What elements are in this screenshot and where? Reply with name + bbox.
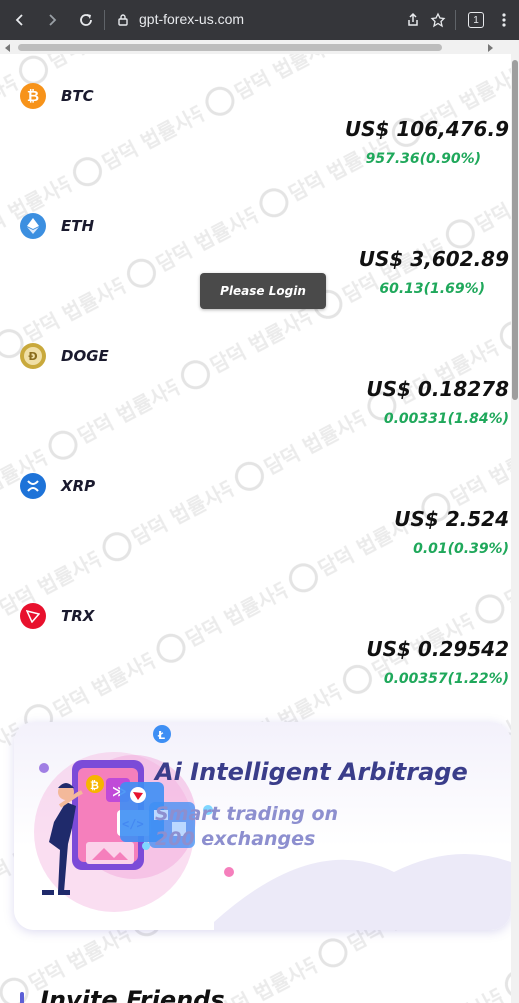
arbitrage-banner[interactable]: ≫ ₿ </> Ł Ai Intelligent A — [14, 722, 511, 930]
coin-change: 0.01(0.39%) — [413, 541, 509, 557]
section-title: Invite Friends — [40, 986, 225, 1003]
forward-icon[interactable] — [40, 8, 64, 32]
coin-row-btc[interactable]: ₿ BTC US$ 106,476.9 957.36(0.90%) — [0, 54, 511, 184]
svg-text:Ł: Ł — [157, 729, 165, 742]
share-icon[interactable] — [401, 8, 425, 32]
tab-count-label: 1 — [468, 12, 484, 28]
tab-count-icon[interactable]: 1 — [464, 8, 488, 32]
coin-symbol: XRP — [61, 477, 96, 495]
back-icon[interactable] — [8, 8, 32, 32]
reload-icon[interactable] — [74, 8, 98, 32]
coin-row-doge[interactable]: Ð DOGE US$ 0.18278 0.00331(1.84%) — [0, 314, 511, 444]
banner-subtitle: Smart trading on 200 exchanges — [155, 803, 339, 850]
coin-change: 0.00331(1.84%) — [383, 411, 509, 427]
coin-symbol: DOGE — [61, 347, 109, 365]
site-info-icon[interactable] — [111, 8, 135, 32]
ethereum-icon — [20, 213, 46, 239]
scroll-right-icon[interactable] — [488, 44, 493, 52]
tron-icon — [20, 603, 46, 629]
coin-change: 60.13(1.69%) — [379, 281, 485, 297]
address-bar-url[interactable]: gpt-forex-us.com — [139, 11, 244, 27]
browser-toolbar: gpt-forex-us.com 1 — [0, 0, 519, 40]
coin-change: 957.36(0.90%) — [365, 151, 481, 167]
bookmark-icon[interactable] — [426, 8, 450, 32]
coin-price: US$ 0.18278 — [366, 377, 509, 401]
xrp-icon — [20, 473, 46, 499]
coin-price: US$ 106,476.9 — [344, 117, 509, 141]
menu-icon[interactable] — [492, 8, 516, 32]
coin-price: US$ 3,602.89 — [358, 247, 509, 271]
dogecoin-icon: Ð — [20, 343, 46, 369]
page-content: 담덕 법률사무소 ₿ BTC US$ 106,476.9 957.36(0.90… — [0, 54, 511, 1003]
scroll-left-icon[interactable] — [5, 44, 10, 52]
coin-symbol: BTC — [61, 87, 94, 105]
coin-symbol: ETH — [61, 217, 95, 235]
vertical-scrollbar[interactable] — [511, 54, 519, 1003]
horizontal-scroll-thumb[interactable] — [18, 44, 442, 51]
login-toast: Please Login — [200, 273, 326, 309]
bitcoin-icon: ₿ — [20, 83, 46, 109]
svg-text:₿: ₿ — [90, 779, 99, 792]
coin-row-trx[interactable]: TRX US$ 0.29542 0.00357(1.22%) — [0, 574, 511, 704]
horizontal-scrollbar[interactable] — [0, 40, 519, 54]
banner-title: Ai Intelligent Arbitrage — [155, 758, 468, 786]
coin-price: US$ 2.524 — [394, 507, 509, 531]
coin-change: 0.00357(1.22%) — [383, 671, 509, 687]
coin-price: US$ 0.29542 — [366, 637, 509, 661]
section-accent-bar — [20, 992, 24, 1003]
coin-symbol: TRX — [61, 607, 95, 625]
vertical-scroll-thumb[interactable] — [512, 60, 518, 400]
coin-row-xrp[interactable]: XRP US$ 2.524 0.01(0.39%) — [0, 444, 511, 574]
